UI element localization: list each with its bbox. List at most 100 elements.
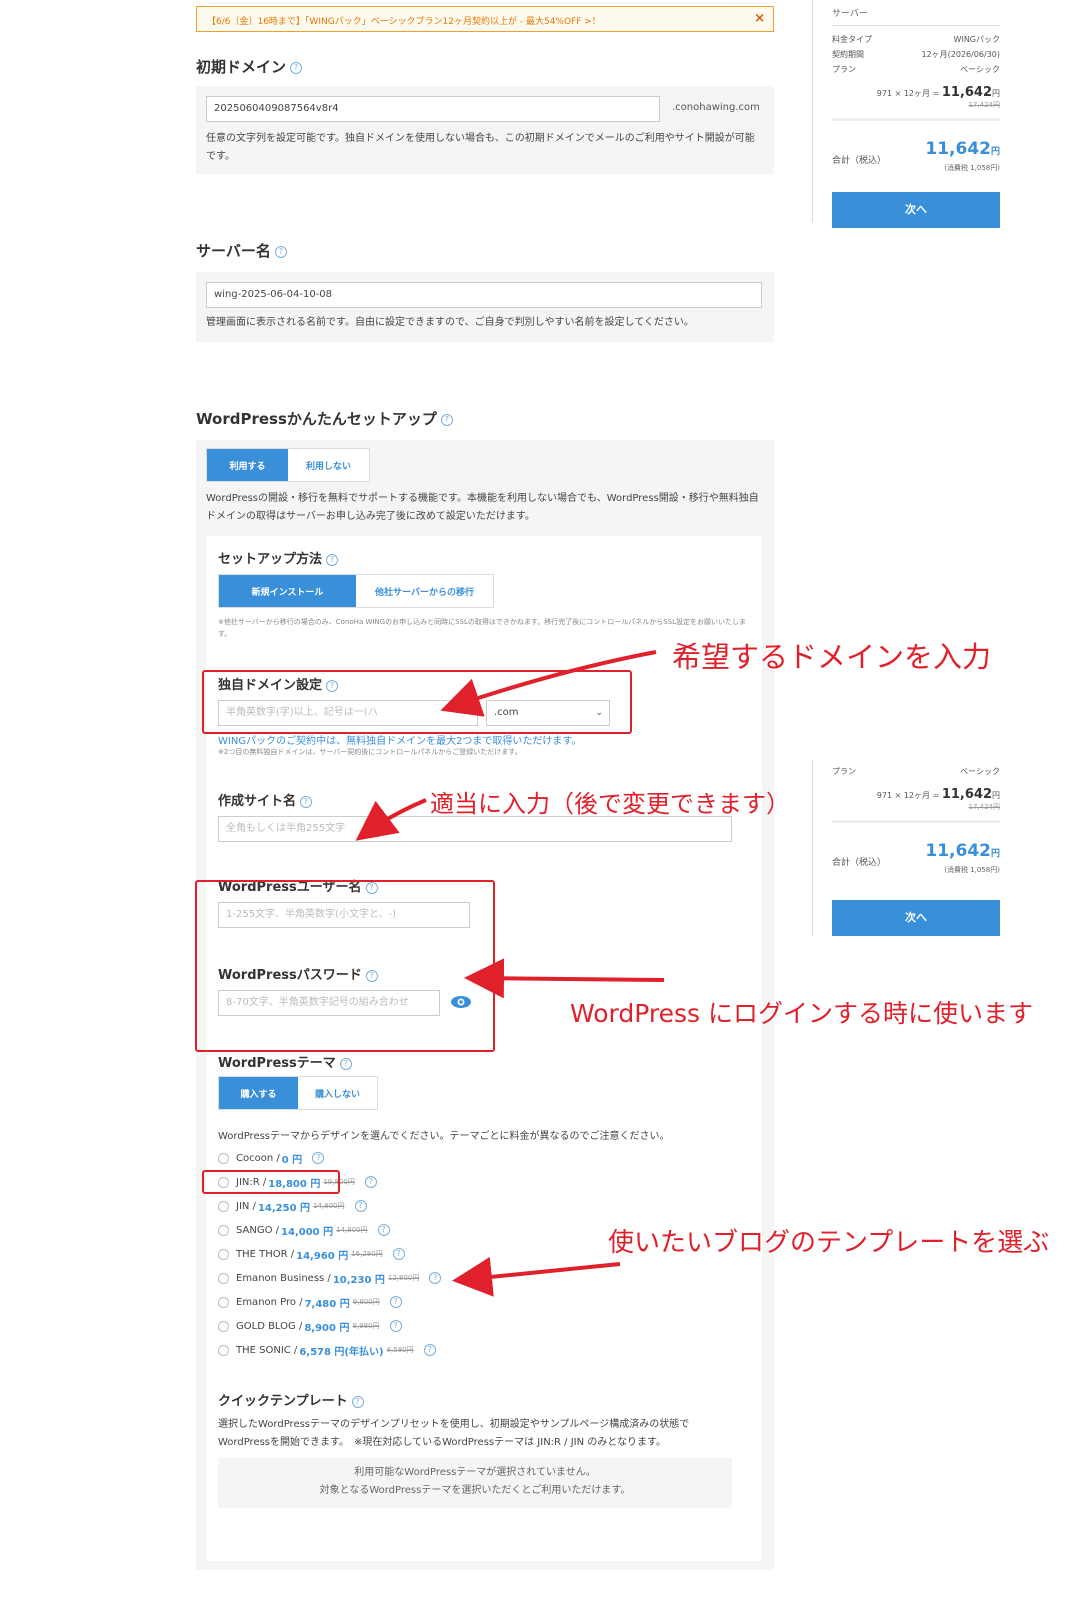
summary-section-title: サーバー <box>832 6 1000 26</box>
annotation-site: 適当に入力（後で変更できます） <box>430 790 790 818</box>
wp-theme-heading: WordPressテーマ? <box>218 1052 352 1071</box>
free-domain-link[interactable]: WINGパックのご契約中は、無料独自ドメインを最大2つまで取得いただけます。 <box>218 732 581 747</box>
quick-template-empty: 利用可能なWordPressテーマが選択されていません。 対象となるWordPr… <box>218 1458 732 1508</box>
theme-name: Emanon Business / <box>236 1272 331 1284</box>
new-install-button[interactable]: 新規インストール <box>219 575 356 607</box>
theme-option[interactable]: THE THOR / 14,960 円 16,280円? <box>218 1246 518 1262</box>
theme-name: Emanon Pro / <box>236 1296 303 1308</box>
theme-price: 14,960 円 <box>296 1250 349 1262</box>
theme-old-price: 12,800円 <box>387 1274 420 1282</box>
theme-option[interactable]: JIN / 14,250 円 14,800円? <box>218 1198 518 1214</box>
sidebar-divider <box>812 760 813 936</box>
theme-option[interactable]: GOLD BLOG / 8,900 円 9,980円? <box>218 1318 518 1334</box>
help-icon[interactable]: ? <box>389 1320 402 1332</box>
site-name-heading: 作成サイト名? <box>218 790 313 809</box>
theme-price: 14,000 円 <box>281 1226 334 1238</box>
summary-row: 料金タイプ WINGパック <box>832 35 1000 44</box>
theme-option[interactable]: Cocoon / 0 円? <box>218 1150 518 1166</box>
annotation-theme: 使いたいブログのテンプレートを選ぶ <box>608 1228 1050 1258</box>
summary-row: プラン ベーシック <box>832 767 1000 776</box>
radio-button[interactable] <box>218 1152 229 1164</box>
help-icon[interactable]: ? <box>392 1248 405 1260</box>
help-icon[interactable]: ? <box>364 1176 377 1188</box>
radio-button[interactable] <box>218 1200 229 1212</box>
total-tax: (消費税 1,058円) <box>944 164 1000 172</box>
radio-button[interactable] <box>218 1248 229 1260</box>
help-icon[interactable]: ? <box>377 1224 390 1236</box>
summary-total: 合計（税込） 11,642円 (消費税 1,058円) <box>832 820 1000 883</box>
theme-nobuy-button[interactable]: 購入しない <box>298 1077 377 1109</box>
initial-domain-suffix: .conohawing.com <box>672 102 760 113</box>
wp-setup-desc: WordPressの開設・移行を無料でサポートする機能です。本機能を利用しない場… <box>206 493 759 522</box>
radio-button[interactable] <box>218 1344 229 1356</box>
setup-method-heading: セットアップ方法? <box>218 548 339 567</box>
summary-total: 合計（税込） 11,642円 (消費税 1,058円) <box>832 118 1000 179</box>
free-domain-note: ※2つ目の無料独自ドメインは、サーバー契約後にコントロールパネルからご登録いただ… <box>218 748 522 756</box>
close-icon[interactable]: × <box>754 11 765 26</box>
help-icon[interactable]: ? <box>339 1057 352 1070</box>
theme-old-price: 9,800円 <box>352 1298 380 1306</box>
summary-row: プラン ベーシック <box>832 65 1000 74</box>
next-button[interactable]: 次へ <box>832 192 1000 228</box>
server-name-heading: サーバー名? <box>196 240 287 261</box>
theme-old-price: 14,800円 <box>313 1202 345 1210</box>
help-icon[interactable]: ? <box>440 413 453 426</box>
theme-old-price: 9,980円 <box>352 1322 380 1330</box>
annotation-login: WordPress にログインする時に使います <box>570 999 1034 1028</box>
order-summary-sticky: プラン ベーシック 971 × 12ヶ月 = 11,642円 17,424円 合計… <box>832 766 1000 883</box>
help-icon[interactable]: ? <box>351 1395 364 1408</box>
theme-purchase-toggle: 購入する 購入しない <box>218 1076 378 1110</box>
setup-method-note: ※他社サーバーから移行の場合のみ、ConoHa WINGのお申し込みと同時にSS… <box>218 618 746 638</box>
nouse-button[interactable]: 利用しない <box>288 449 369 481</box>
help-icon[interactable]: ? <box>312 1152 325 1164</box>
total-label: 合計（税込） <box>832 156 887 166</box>
server-name-input[interactable]: wing-2025-06-04-10-08 <box>206 282 762 308</box>
radio-button[interactable] <box>218 1224 229 1236</box>
next-button[interactable]: 次へ <box>832 900 1000 936</box>
help-icon[interactable]: ? <box>423 1344 436 1356</box>
promo-banner[interactable]: 【6/6（金）16時まで】「WINGパック」ベーシックプラン12ヶ月契約以上が … <box>196 6 774 32</box>
initial-domain-input[interactable]: 20250604090875​64v8r4 <box>206 96 660 122</box>
quick-template-desc: 選択したWordPressテーマのデザインプリセットを使用し、初期設定やサンプル… <box>218 1419 690 1448</box>
theme-price: 14,250 円 <box>257 1202 311 1214</box>
theme-desc: WordPressテーマからデザインを選んでください。テーマごとに料金が異なるの… <box>218 1131 670 1142</box>
summary-old-price: 17,424円 <box>968 803 1001 811</box>
theme-price: 8,900 円 <box>304 1322 350 1334</box>
theme-name: SANGO / <box>236 1224 280 1236</box>
theme-price: 7,480 円 <box>304 1298 350 1310</box>
help-icon[interactable]: ? <box>290 61 303 74</box>
annotation-box-domain <box>202 670 632 734</box>
wp-setup-heading: WordPressかんたんセットアップ? <box>196 408 453 429</box>
radio-button[interactable] <box>218 1320 229 1332</box>
help-icon[interactable]: ? <box>389 1296 402 1308</box>
help-icon[interactable]: ? <box>429 1272 442 1284</box>
theme-buy-button[interactable]: 購入する <box>219 1077 298 1109</box>
theme-price: 0 円 <box>281 1154 303 1166</box>
initial-domain-heading: 初期ドメイン? <box>196 56 303 77</box>
theme-price: 6,578 円(年払い) <box>299 1346 384 1358</box>
help-icon[interactable]: ? <box>326 553 339 566</box>
radio-button[interactable] <box>218 1272 229 1284</box>
help-icon[interactable]: ? <box>354 1200 367 1212</box>
site-name-input[interactable]: 全角もしくは半角255文字 <box>218 816 732 842</box>
help-icon[interactable]: ? <box>274 245 287 258</box>
theme-option[interactable]: Emanon Business / 10,230 円 12,800円? <box>218 1270 518 1286</box>
theme-old-price: 16,280円 <box>351 1250 383 1258</box>
sidebar-divider <box>812 0 813 222</box>
wp-setup-toggle: 利用する 利用しない <box>206 448 370 482</box>
radio-button[interactable] <box>218 1296 229 1308</box>
total-label: 合計（税込） <box>832 858 887 868</box>
theme-name: THE THOR / <box>236 1248 295 1260</box>
annotation-box-cocoon <box>202 1170 340 1194</box>
theme-name: JIN / <box>236 1200 256 1212</box>
use-button[interactable]: 利用する <box>207 449 288 481</box>
theme-name: GOLD BLOG / <box>236 1320 303 1332</box>
theme-option[interactable]: SANGO / 14,000 円 14,800円? <box>218 1222 518 1238</box>
theme-name: THE SONIC / <box>236 1344 298 1356</box>
theme-option[interactable]: Emanon Pro / 7,480 円 9,800円? <box>218 1294 518 1310</box>
annotation-box-login <box>195 880 495 1052</box>
theme-option[interactable]: THE SONIC / 6,578 円(年払い) 8,580円? <box>218 1342 518 1358</box>
migrate-button[interactable]: 他社サーバーからの移行 <box>356 575 493 607</box>
quick-template-heading: クイックテンプレート? <box>218 1390 364 1409</box>
help-icon[interactable]: ? <box>300 795 313 808</box>
